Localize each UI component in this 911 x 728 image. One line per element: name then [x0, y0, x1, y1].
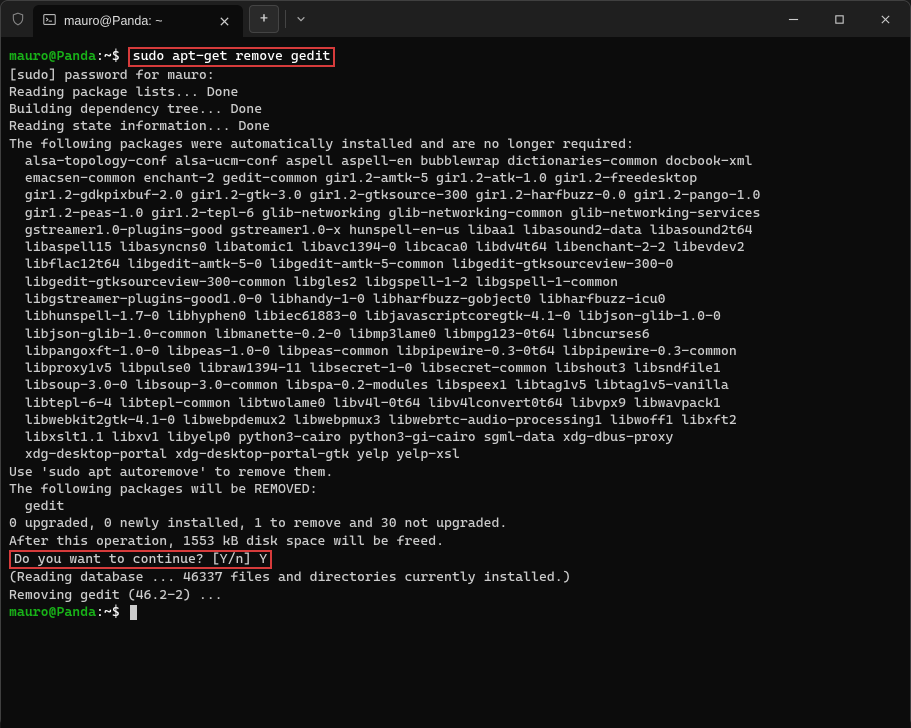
- highlighted-confirm: Do you want to continue? [Y/n] Y: [9, 550, 272, 570]
- tab-title: mauro@Panda: ~: [64, 14, 207, 28]
- output-line: Use 'sudo apt autoremove' to remove them…: [9, 464, 333, 480]
- package-list-line: libproxy1v5 libpulse0 libraw1394-11 libs…: [9, 360, 902, 377]
- tab-divider: [285, 10, 286, 28]
- prompt-path: :~$: [96, 48, 128, 64]
- confirm-text: Do you want to continue? [Y/n] Y: [14, 551, 267, 567]
- tab-close-button[interactable]: [215, 12, 233, 30]
- output-line: The following packages were automaticall…: [9, 136, 634, 152]
- prompt-user-host: mauro@Panda: [9, 48, 96, 64]
- output-line: The following packages will be REMOVED:: [9, 481, 318, 497]
- output-line: 0 upgraded, 0 newly installed, 1 to remo…: [9, 515, 507, 531]
- package-list-line: libxslt1.1 libxv1 libyelp0 python3-cairo…: [9, 429, 902, 446]
- package-list-line: libgedit-gtksourceview-300-common libgle…: [9, 274, 902, 291]
- package-list-line: libflac12t64 libgedit-amtk-5-0 libgedit-…: [9, 256, 902, 273]
- close-button[interactable]: [862, 1, 908, 37]
- package-list-line: gir1.2-gdkpixbuf-2.0 gir1.2-gtk-3.0 gir1…: [9, 187, 902, 204]
- package-remove-line: gedit: [9, 498, 902, 515]
- output-line: (Reading database ... 46337 files and di…: [9, 569, 571, 585]
- window-titlebar: mauro@Panda: ~ +: [1, 1, 910, 37]
- package-list-line: gstreamer1.0-plugins-good gstreamer1.0-x…: [9, 222, 902, 239]
- package-list-line: emacsen-common enchant-2 gedit-common gi…: [9, 170, 902, 187]
- new-tab-button[interactable]: +: [249, 5, 279, 33]
- package-list-line: libhunspell-1.7-0 libhyphen0 libiec61883…: [9, 308, 902, 325]
- package-list-line: libsoup-3.0-0 libsoup-3.0-common libspa-…: [9, 377, 902, 394]
- package-list-line: libtepl-6-4 libtepl-common libtwolame0 l…: [9, 395, 902, 412]
- package-list-line: alsa-topology-conf alsa-ucm-conf aspell …: [9, 153, 902, 170]
- package-list-line: gir1.2-peas-1.0 gir1.2-tepl-6 glib-netwo…: [9, 205, 902, 222]
- output-line: [sudo] password for mauro:: [9, 67, 215, 83]
- prompt-user-host: mauro@Panda: [9, 604, 96, 620]
- minimize-button[interactable]: [770, 1, 816, 37]
- terminal-cursor: [130, 605, 137, 620]
- output-line: Reading package lists... Done: [9, 84, 238, 100]
- highlighted-command: sudo apt-get remove gedit: [128, 47, 336, 67]
- package-list-line: libwebkit2gtk-4.1-0 libwebpdemux2 libweb…: [9, 412, 902, 429]
- package-list-line: libaspell15 libasyncns0 libatomic1 libav…: [9, 239, 902, 256]
- terminal-output[interactable]: mauro@Panda:~$ sudo apt-get remove gedit…: [1, 37, 910, 728]
- output-line: Removing gedit (46.2-2) ...: [9, 587, 223, 603]
- terminal-icon: [43, 13, 56, 29]
- tab-dropdown-button[interactable]: [290, 14, 312, 24]
- prompt-path: :~$: [96, 604, 128, 620]
- package-list-line: libgstreamer-plugins-good1.0-0 libhandy-…: [9, 291, 902, 308]
- shield-icon: [3, 12, 33, 26]
- output-line: After this operation, 1553 kB disk space…: [9, 533, 444, 549]
- output-line: Reading state information... Done: [9, 118, 270, 134]
- package-list-line: libpangoxft-1.0-0 libpeas-1.0-0 libpeas-…: [9, 343, 902, 360]
- package-list-line: libjson-glib-1.0-common libmanette-0.2-0…: [9, 326, 902, 343]
- command-text: sudo apt-get remove gedit: [133, 48, 331, 64]
- output-line: Building dependency tree... Done: [9, 101, 262, 117]
- package-list-line: xdg-desktop-portal xdg-desktop-portal-gt…: [9, 446, 902, 463]
- maximize-button[interactable]: [816, 1, 862, 37]
- terminal-tab[interactable]: mauro@Panda: ~: [33, 5, 243, 37]
